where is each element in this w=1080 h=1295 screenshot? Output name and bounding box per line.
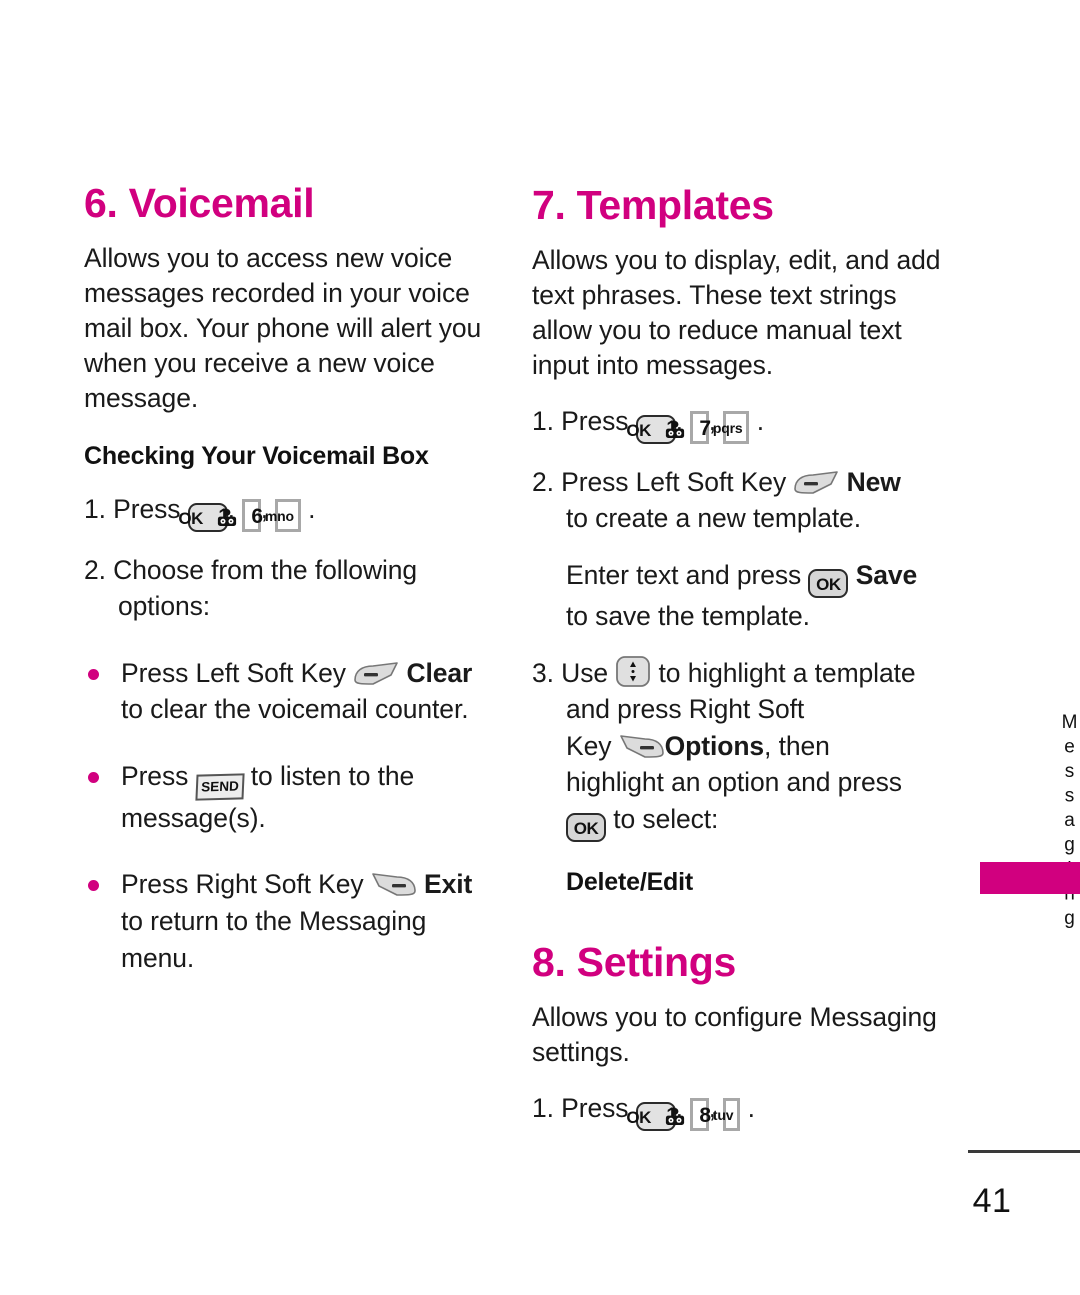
side-tab-bar bbox=[980, 862, 1080, 894]
subheading-checking-voicemail-box: Checking Your Voicemail Box bbox=[84, 441, 429, 470]
voicemail-intro-paragraph: Allows you to access new voice messages … bbox=[84, 243, 482, 413]
voicemail-step-1-end: . bbox=[308, 493, 316, 524]
settings-step-1: 1. Press OK, 1 , 8tuv . bbox=[532, 1090, 962, 1131]
settings-step-1-prefix: 1. Press bbox=[532, 1092, 629, 1123]
voicemail-bullet-exit: Press Right Soft Key Exit to return to t… bbox=[84, 866, 484, 976]
left-soft-key-icon bbox=[793, 471, 839, 497]
send-key-icon: SEND bbox=[194, 773, 245, 801]
templates-step-3: 3. Use to highlight a template and press… bbox=[532, 655, 962, 728]
navigation-updown-key-icon bbox=[615, 655, 651, 688]
templates-step-1-prefix: 1. Press bbox=[532, 405, 629, 436]
templates-step-3-prefix: 3. Use bbox=[532, 657, 608, 688]
manual-page: 6. Voicemail Allows you to access new vo… bbox=[0, 0, 1080, 1295]
voicemail-bullet-clear: Press Left Soft Key Clear to clear the v… bbox=[84, 655, 484, 728]
bullet-clear-label: Clear bbox=[406, 657, 473, 688]
templates-step-1: 1. Press OK, 1 , 7pqrs . bbox=[532, 403, 962, 444]
section-title-settings: 8. Settings bbox=[532, 938, 737, 985]
templates-step-3-select-text: to select: bbox=[613, 803, 719, 834]
key-8-tuv: 8 tuv bbox=[699, 1097, 741, 1131]
templates-step-3-select-line: OK to select: bbox=[532, 801, 962, 842]
templates-step-3-key-word: Key bbox=[566, 730, 612, 761]
voicemail-step-2: 2. Choose from the following options: bbox=[84, 554, 418, 622]
templates-step-2b-continued: to save the template. bbox=[566, 601, 810, 632]
bullet-dot bbox=[88, 771, 99, 783]
bullet-dot bbox=[88, 668, 99, 680]
left-soft-key-icon bbox=[353, 661, 399, 688]
templates-step-2: 2. Press Left Soft Key New bbox=[532, 464, 962, 501]
templates-step-2-new-label: New bbox=[846, 466, 901, 497]
templates-step-2-prefix: 2. Press Left Soft Key bbox=[532, 466, 787, 497]
ok-key-icon: OK bbox=[566, 812, 606, 842]
ok-key-icon: OK bbox=[808, 569, 849, 599]
voicemail-bullet-send: Press SEND to listen to the message(s). bbox=[84, 758, 484, 837]
section-title-templates: 7. Templates bbox=[532, 182, 774, 228]
bullet-exit-suffix: to return to the Messaging menu. bbox=[121, 906, 427, 973]
settings-intro-paragraph: Allows you to configure Messaging settin… bbox=[532, 1001, 937, 1067]
bullet-dot bbox=[88, 880, 99, 892]
key-7-pqrs: 7 pqrs bbox=[699, 410, 750, 444]
voicemail-step-1-prefix: 1. Press bbox=[84, 493, 181, 524]
templates-step-2b: Enter text and press OK Save bbox=[532, 557, 962, 599]
templates-intro-paragraph: Allows you to display, edit, and add tex… bbox=[532, 245, 941, 380]
bullet-clear-suffix: to clear the voicemail counter. bbox=[121, 694, 469, 725]
voicemail-step-1: 1. Press OK, 1 , 6mno . bbox=[84, 491, 484, 532]
bullet-clear-prefix: Press Left Soft Key bbox=[121, 657, 346, 688]
templates-step-3-tail: highlight an option and press bbox=[566, 767, 902, 798]
templates-options-label: Options bbox=[664, 730, 765, 761]
bullet-exit-prefix: Press Right Soft Key bbox=[121, 869, 364, 900]
section-title-voicemail: 6. Voicemail bbox=[84, 180, 315, 226]
page-number: 41 bbox=[972, 1182, 1012, 1220]
right-column: 7. Templates Allows you to display, edit… bbox=[532, 182, 962, 1131]
templates-step-1-end: . bbox=[756, 405, 764, 436]
side-tab-label: Messaging bbox=[1059, 712, 1080, 933]
right-soft-key-icon bbox=[619, 734, 665, 761]
right-soft-key-icon bbox=[371, 873, 417, 899]
templates-step-2-continued: to create a new template. bbox=[566, 503, 862, 534]
left-column: 6. Voicemail Allows you to access new vo… bbox=[84, 180, 484, 976]
templates-option-delete-edit: Delete/Edit bbox=[566, 867, 693, 896]
bullet-send-prefix: Press bbox=[121, 760, 189, 791]
settings-step-1-end: . bbox=[747, 1092, 755, 1123]
templates-step-3-options-line: Key Options, then bbox=[532, 728, 962, 765]
footer-rule bbox=[968, 1150, 1080, 1153]
bullet-exit-label: Exit bbox=[424, 869, 473, 900]
templates-step-2b-prefix: Enter text and press bbox=[566, 560, 802, 591]
templates-save-label: Save bbox=[855, 560, 918, 591]
templates-step-3-then: , then bbox=[764, 730, 830, 761]
key-6-mno: 6 mno bbox=[251, 498, 301, 532]
